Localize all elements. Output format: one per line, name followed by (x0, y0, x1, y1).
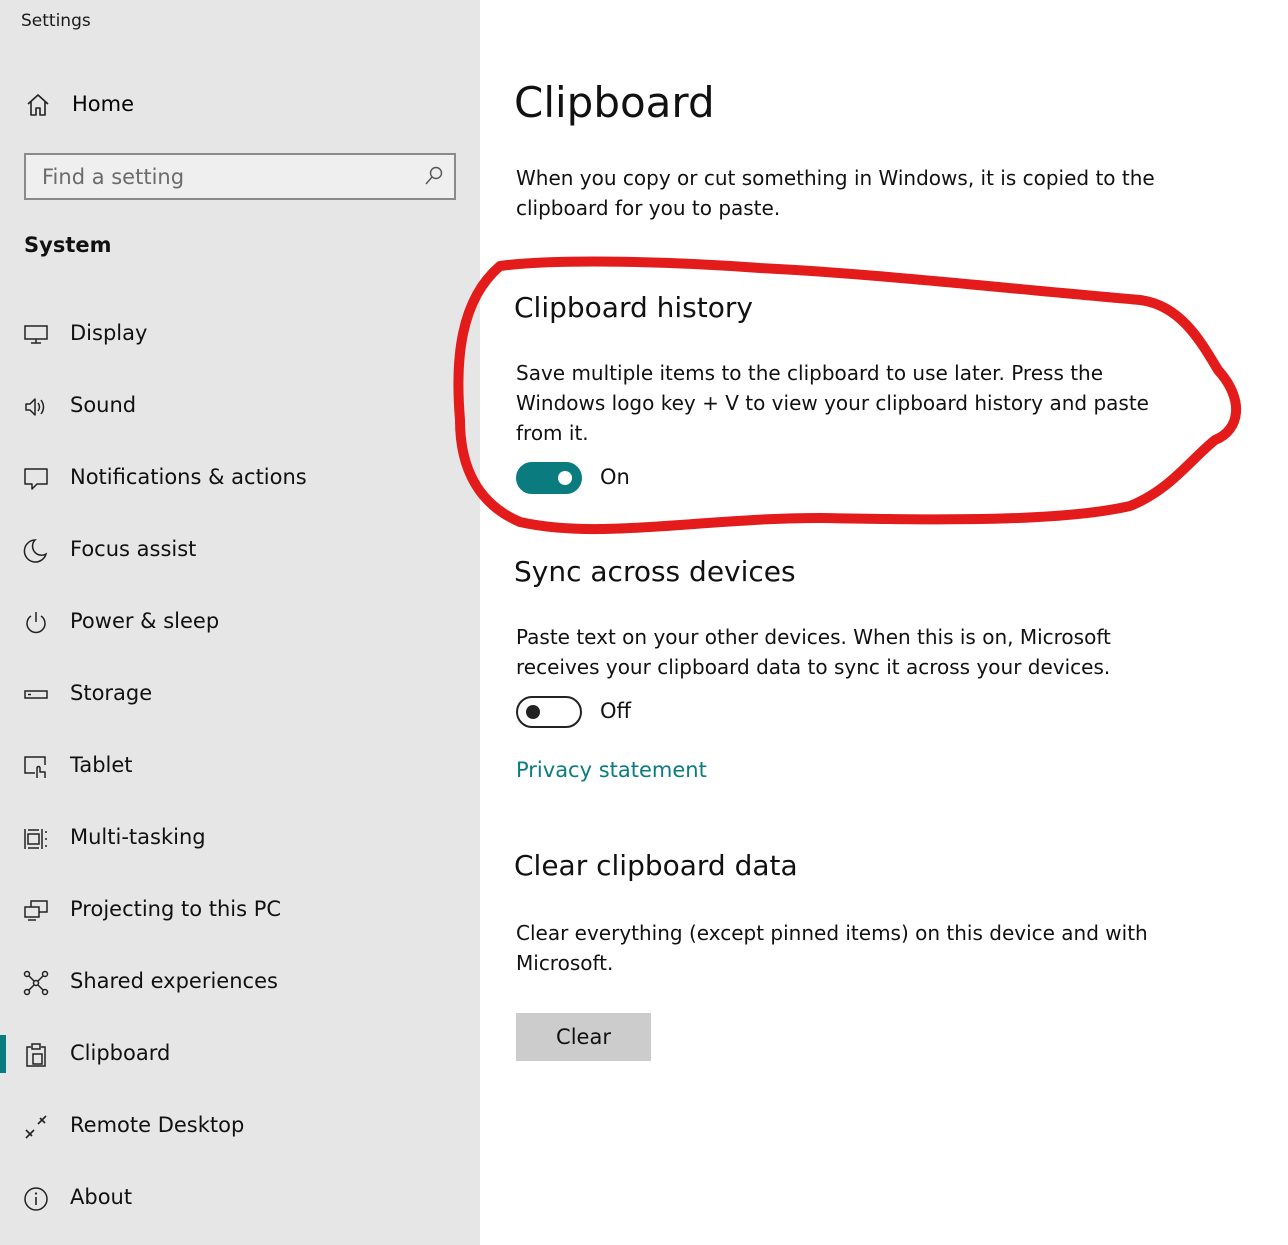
main-content: Clipboard When you copy or cut something… (480, 0, 1288, 1245)
storage-icon (24, 690, 48, 699)
sidebar-item-storage[interactable]: Storage (0, 664, 480, 724)
toggle-knob (558, 471, 572, 485)
sync-heading: Sync across devices (514, 555, 796, 588)
clear-description: Clear everything (except pinned items) o… (516, 921, 1148, 975)
sidebar-item-shared-experiences[interactable]: Shared experiences (0, 952, 480, 1012)
clear-heading: Clear clipboard data (514, 849, 798, 882)
sidebar-item-label: Tablet (70, 753, 133, 777)
sidebar-item-home[interactable]: Home (0, 86, 480, 128)
sidebar-item-remote-desktop[interactable]: Remote Desktop (0, 1096, 480, 1156)
intro-text: When you copy or cut something in Window… (516, 166, 1155, 220)
search-box[interactable] (24, 153, 456, 200)
sidebar-item-label: Notifications & actions (70, 465, 307, 489)
remote-desktop-icon (25, 1115, 47, 1139)
tablet-icon (24, 756, 46, 778)
sidebar-item-label: Focus assist (70, 537, 197, 561)
sidebar-item-about[interactable]: About (0, 1168, 480, 1228)
clipboard-history-toggle-label: On (600, 465, 630, 489)
projecting-icon (24, 900, 48, 921)
search-input[interactable] (26, 155, 418, 198)
section-label-system: System (24, 233, 112, 257)
monitor-icon (24, 325, 48, 344)
clear-button[interactable]: Clear (516, 1013, 651, 1061)
sidebar-item-multitasking[interactable]: Multi-tasking (0, 808, 480, 868)
sidebar-item-tablet[interactable]: Tablet (0, 736, 480, 796)
sidebar-item-label: Power & sleep (70, 609, 220, 633)
clipboard-history-toggle[interactable] (516, 462, 582, 494)
sidebar-item-clipboard[interactable]: Clipboard (0, 1024, 480, 1084)
sync-toggle-label: Off (600, 699, 631, 723)
home-label: Home (72, 92, 135, 116)
sidebar: Settings Home System Display Sound (0, 0, 480, 1245)
sidebar-item-label: Multi-tasking (70, 825, 206, 849)
sidebar-item-label: Projecting to this PC (70, 897, 282, 921)
moon-icon (23, 539, 48, 563)
speaker-icon (25, 398, 45, 416)
sidebar-item-sound[interactable]: Sound (0, 376, 480, 436)
sidebar-item-label: Storage (70, 681, 153, 705)
sidebar-item-label: Remote Desktop (70, 1113, 245, 1137)
page-title: Clipboard (514, 78, 715, 127)
sidebar-item-power-sleep[interactable]: Power & sleep (0, 592, 480, 652)
sidebar-item-label: Sound (70, 393, 137, 417)
clipboard-history-heading: Clipboard history (514, 291, 753, 324)
sidebar-item-label: Shared experiences (70, 969, 278, 993)
toggle-knob (526, 705, 540, 719)
notification-icon (24, 468, 48, 490)
sidebar-item-display[interactable]: Display (0, 304, 480, 364)
sidebar-item-notifications[interactable]: Notifications & actions (0, 448, 480, 508)
info-icon (24, 1187, 48, 1211)
clipboard-icon (26, 1043, 46, 1067)
app-title: Settings (21, 11, 91, 31)
sidebar-item-label: About (70, 1185, 133, 1209)
shared-experiences-icon (23, 970, 49, 996)
sidebar-item-label: Clipboard (70, 1041, 171, 1065)
clipboard-history-description: Save multiple items to the clipboard to … (516, 361, 1149, 445)
sidebar-item-label: Display (70, 321, 148, 345)
privacy-statement-link[interactable]: Privacy statement (516, 758, 707, 782)
sync-description: Paste text on your other devices. When t… (516, 625, 1111, 679)
power-icon (26, 612, 46, 634)
sidebar-item-focus-assist[interactable]: Focus assist (0, 520, 480, 580)
multitasking-icon (24, 829, 47, 849)
home-icon (27, 94, 49, 116)
sidebar-item-projecting[interactable]: Projecting to this PC (0, 880, 480, 940)
sync-toggle[interactable] (516, 696, 582, 728)
search-icon[interactable] (423, 165, 445, 187)
